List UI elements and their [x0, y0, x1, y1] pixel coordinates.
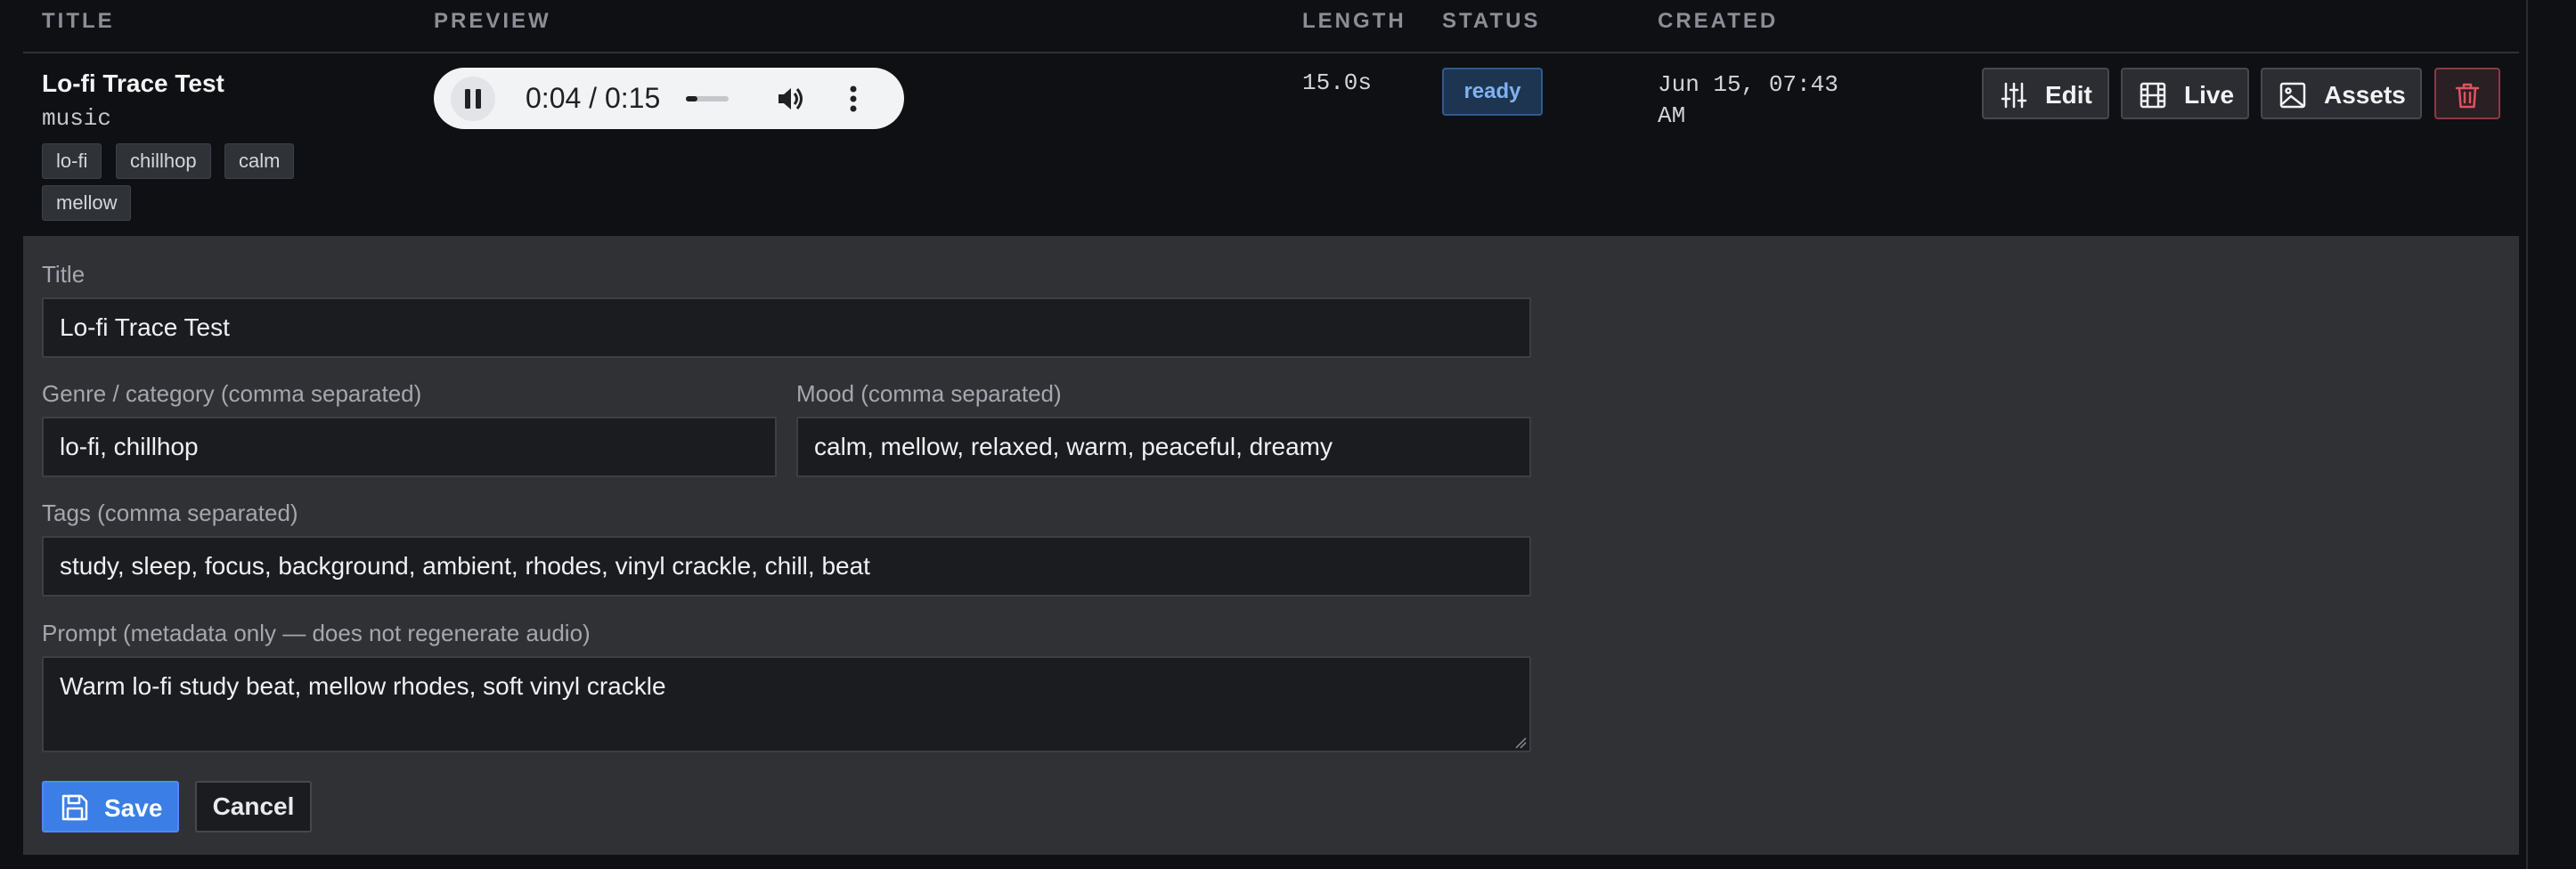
column-header-status: STATUS: [1442, 9, 1541, 33]
audio-player[interactable]: 0:04 / 0:15: [434, 68, 904, 129]
cancel-button[interactable]: Cancel: [195, 781, 312, 832]
more-options-icon: [850, 85, 857, 112]
save-icon: [61, 794, 88, 821]
column-header-preview: PREVIEW: [434, 9, 551, 33]
tag-chip: mellow: [42, 185, 132, 221]
genre-field-label: Genre / category (comma separated): [42, 380, 422, 407]
pause-button[interactable]: [451, 77, 495, 121]
film-icon: [2140, 82, 2166, 109]
live-button[interactable]: Live: [2121, 68, 2249, 119]
title-field-label: Title: [42, 261, 86, 288]
scrollbar-track[interactable]: [2526, 0, 2528, 869]
edit-button[interactable]: Edit: [1982, 68, 2109, 119]
more-options-button[interactable]: [831, 77, 876, 121]
tags-field-label: Tags (comma separated): [42, 499, 298, 526]
assets-button-label: Assets: [2324, 81, 2406, 109]
assets-button[interactable]: Assets: [2261, 68, 2422, 119]
playback-progress-bar[interactable]: [686, 96, 729, 102]
title-field[interactable]: [42, 297, 1531, 358]
resize-handle-icon[interactable]: [1514, 736, 1527, 749]
volume-icon: [779, 88, 803, 110]
track-length: 15.0s: [1302, 69, 1373, 96]
tag-chip: chillhop: [116, 143, 211, 179]
column-header-created: CREATED: [1658, 9, 1779, 33]
header-divider: [23, 52, 2519, 53]
created-date: Jun 15, 07:43 AM: [1658, 71, 1838, 129]
save-button-label: Save: [104, 794, 163, 822]
live-button-label: Live: [2184, 81, 2235, 109]
delete-button[interactable]: [2434, 68, 2500, 119]
genre-field[interactable]: [42, 417, 777, 477]
prompt-field[interactable]: Warm lo-fi study beat, mellow rhodes, so…: [42, 656, 1531, 752]
sliders-icon: [2001, 82, 2027, 109]
mood-field[interactable]: [796, 417, 1531, 477]
prompt-field-label: Prompt (metadata only — does not regener…: [42, 620, 591, 646]
playback-time: 0:04 / 0:15: [526, 82, 661, 114]
pause-icon: [465, 89, 481, 109]
column-header-title: TITLE: [42, 9, 115, 33]
image-icon: [2279, 82, 2306, 109]
mood-field-label: Mood (comma separated): [796, 380, 1062, 407]
track-category: music: [42, 105, 112, 132]
tag-chip: lo-fi: [42, 143, 102, 179]
edit-button-label: Edit: [2045, 81, 2092, 109]
save-button[interactable]: Save: [42, 781, 179, 832]
status-badge: ready: [1442, 68, 1543, 116]
tags-field[interactable]: [42, 536, 1531, 597]
playback-progress-fill: [686, 96, 697, 102]
column-header-length: LENGTH: [1302, 9, 1406, 33]
tag-chip: calm: [224, 143, 295, 179]
track-title: Lo-fi Trace Test: [42, 69, 224, 97]
volume-button[interactable]: [768, 77, 812, 121]
trash-icon: [2455, 83, 2480, 109]
